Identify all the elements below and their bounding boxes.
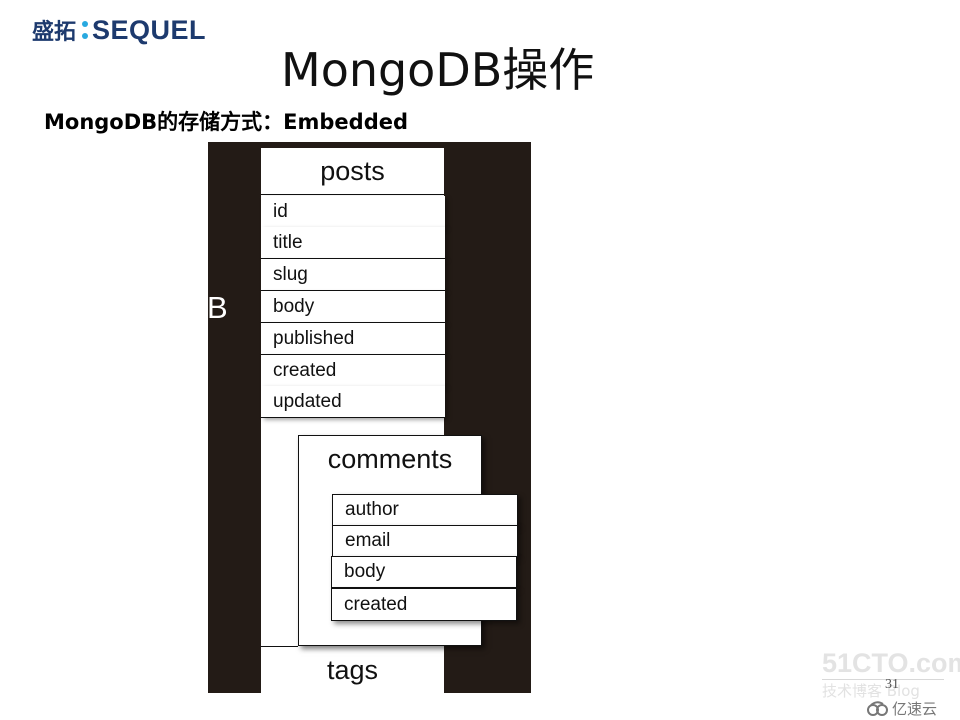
slide-subtitle: MongoDB的存储方式：Embedded: [44, 110, 409, 134]
logo-colon-icon: [82, 21, 89, 39]
posts-field: slug: [261, 259, 445, 291]
comments-field: body: [331, 556, 517, 588]
posts-field: id: [261, 196, 445, 228]
posts-field: created: [261, 355, 445, 387]
watermark-site: 51CTO.com: [822, 648, 960, 678]
comments-field: email: [332, 525, 518, 557]
posts-field: updated: [261, 386, 445, 418]
logo-chinese-text: 盛拓: [32, 20, 77, 45]
slide-title: MongoDB操作: [281, 43, 595, 97]
company-logo: 盛拓 SEQUEL: [32, 14, 206, 46]
posts-field: published: [261, 323, 445, 355]
posts-field: body: [261, 291, 445, 323]
brand-watermark: 亿速云: [867, 698, 937, 719]
posts-collection-title: posts: [261, 148, 444, 195]
posts-field: title: [261, 227, 445, 259]
comments-field: author: [332, 494, 518, 526]
brand-text: 亿速云: [892, 700, 938, 718]
background-label: B: [207, 290, 228, 325]
tags-divider: [261, 646, 298, 647]
comments-field: created: [331, 588, 517, 621]
comments-title: comments: [327, 444, 453, 474]
page-number: 31: [885, 677, 899, 692]
cloud-logo-icon: [867, 700, 888, 716]
watermark-divider: [822, 679, 944, 680]
tags-title: tags: [326, 655, 379, 685]
logo-english-text: SEQUEL: [92, 14, 207, 45]
